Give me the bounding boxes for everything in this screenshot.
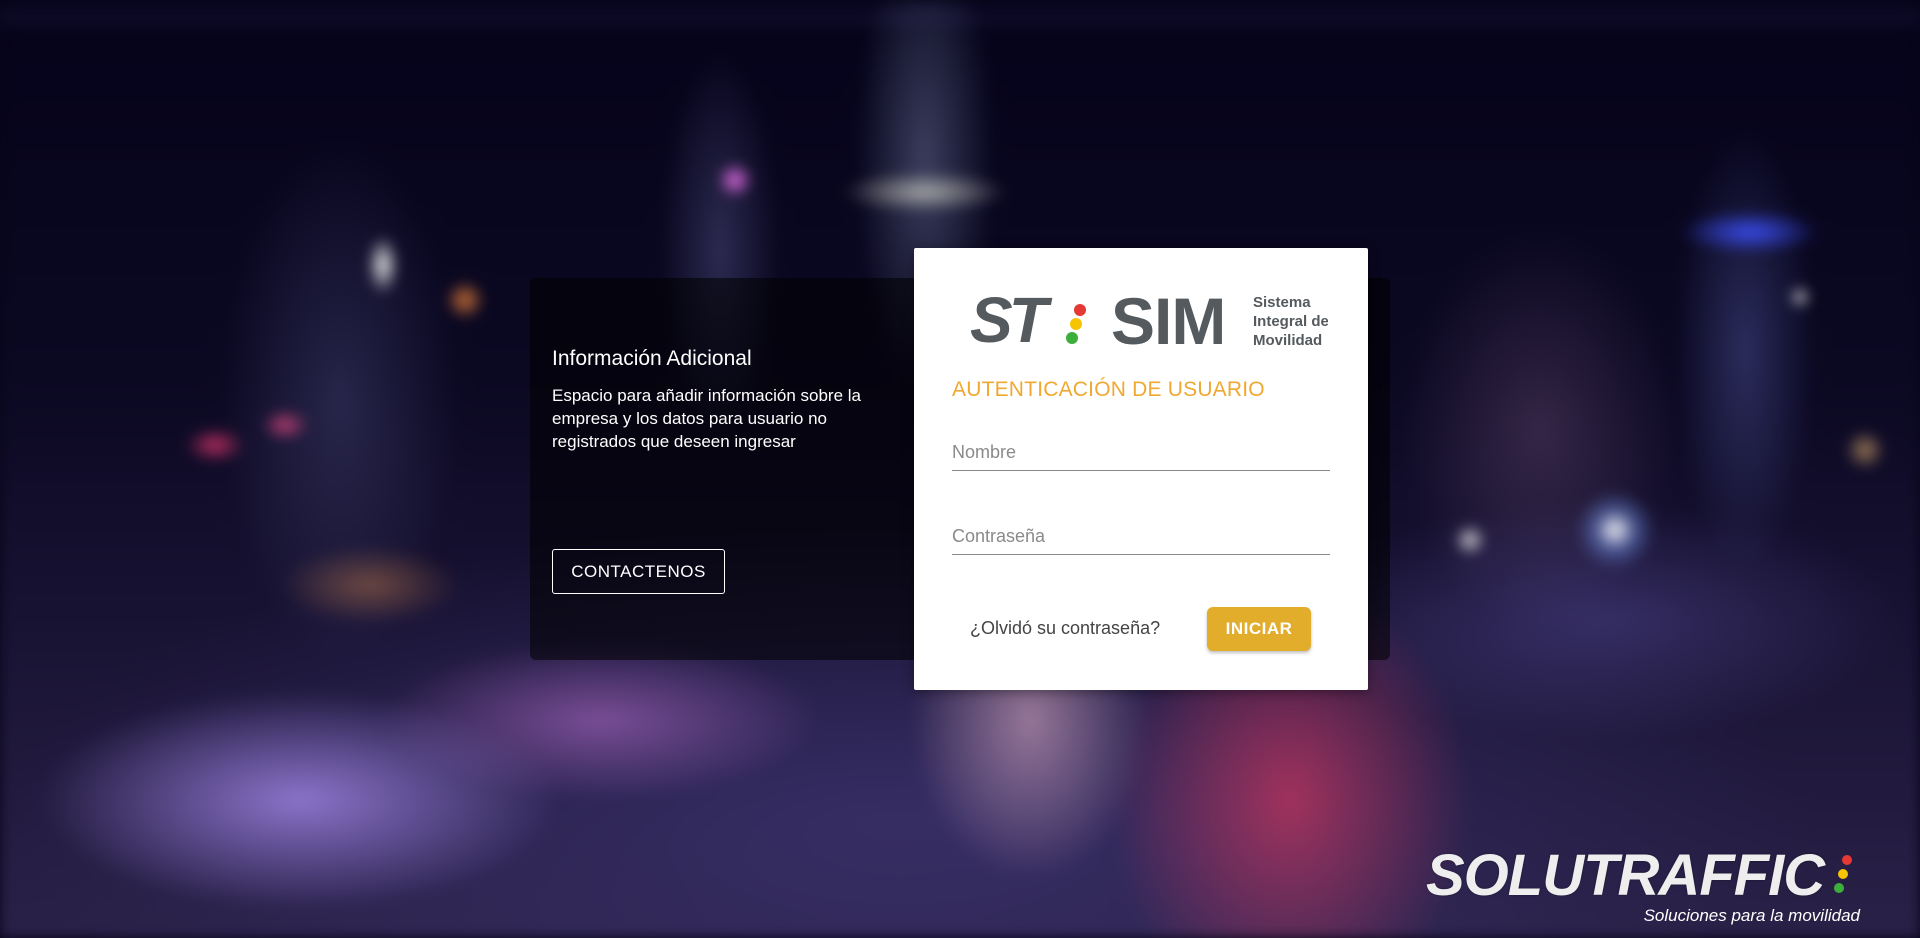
username-field xyxy=(952,436,1330,471)
traffic-light-yellow-icon xyxy=(1070,318,1082,330)
password-input[interactable] xyxy=(952,520,1330,554)
auth-title: AUTENTICACIÓN DE USUARIO xyxy=(952,378,1265,401)
info-content: Información Adicional Espacio para añadi… xyxy=(552,346,882,453)
forgot-password-link[interactable]: ¿Olvidó su contraseña? xyxy=(970,618,1160,639)
login-card: ST SIM Sistema Integral de Movilidad AUT… xyxy=(914,248,1368,690)
info-text: Espacio para añadir información sobre la… xyxy=(552,386,862,451)
password-field xyxy=(952,520,1330,555)
login-page: Información Adicional Espacio para añadi… xyxy=(0,0,1920,938)
login-button[interactable]: INICIAR xyxy=(1207,607,1311,651)
logo-product: SIM xyxy=(1111,286,1225,354)
traffic-light-icon xyxy=(1834,855,1852,893)
solutraffic-brand: SOLUTRAFFIC Soluciones para la movilidad xyxy=(1418,846,1898,930)
contact-button[interactable]: CONTACTENOS xyxy=(552,549,725,594)
logo-subtitle-line-1: Sistema xyxy=(1253,294,1311,311)
info-title: Información Adicional xyxy=(552,347,752,370)
st-sim-logo: ST SIM Sistema Integral de Movilidad xyxy=(970,286,1328,354)
brand-tagline: Soluciones para la movilidad xyxy=(1643,906,1860,925)
logo-subtitle-line-2: Integral de xyxy=(1253,313,1328,330)
traffic-light-green-icon xyxy=(1066,332,1078,344)
username-input[interactable] xyxy=(952,436,1330,470)
traffic-light-red-icon xyxy=(1074,304,1086,316)
logo-subtitle-line-3: Movilidad xyxy=(1253,332,1322,349)
brand-name: SOLUTRAFFIC xyxy=(1426,843,1825,908)
logo-mark: ST xyxy=(970,286,1053,354)
